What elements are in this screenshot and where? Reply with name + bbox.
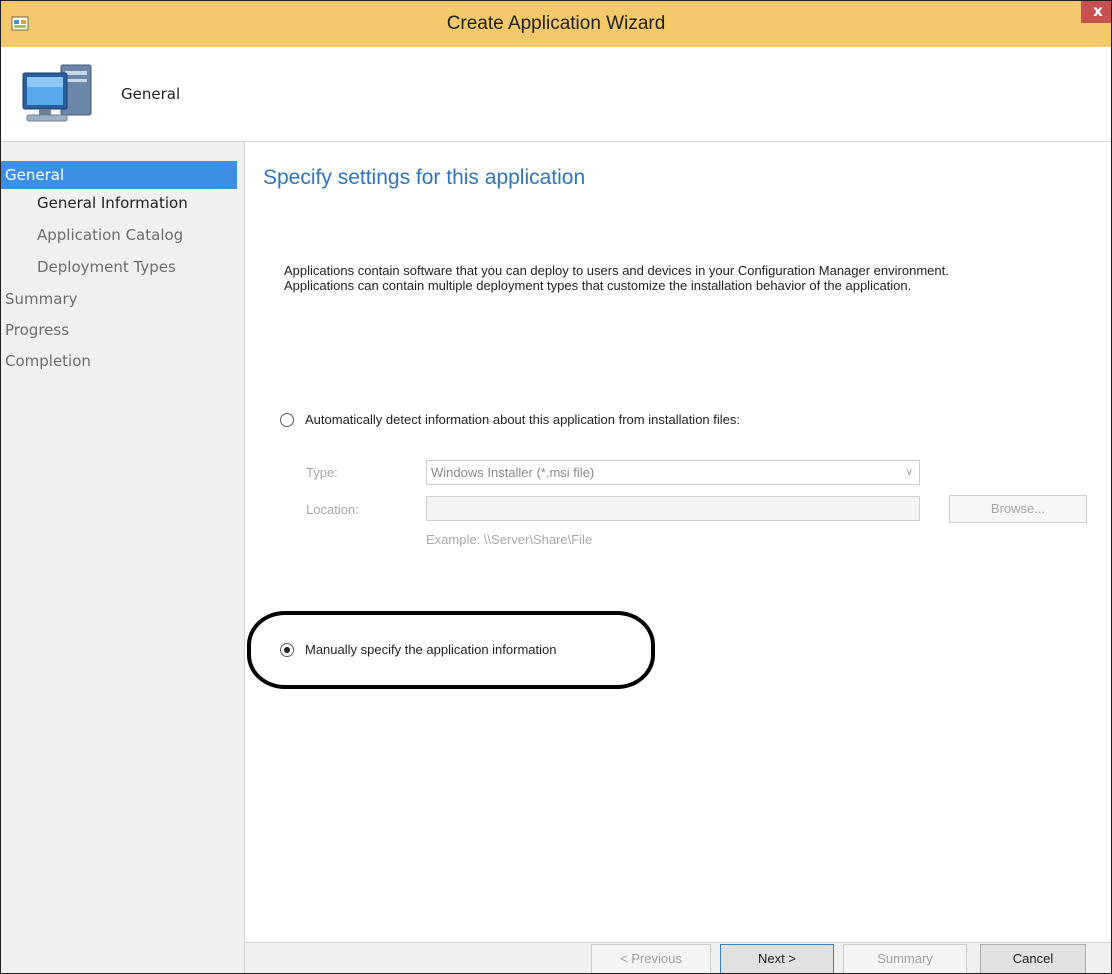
wizard-window: Create Application Wizard x General Gene…: [0, 0, 1112, 974]
computer-icon: [22, 64, 92, 122]
chevron-down-icon: ∨: [905, 467, 913, 478]
wizard-nav: General General Information Application …: [1, 142, 245, 973]
nav-item-progress[interactable]: Progress: [5, 321, 69, 339]
previous-button[interactable]: < Previous: [591, 944, 711, 973]
page-title: Specify settings for this application: [263, 166, 586, 189]
auto-detect-radio[interactable]: [280, 413, 294, 427]
nav-item-application-catalog[interactable]: Application Catalog: [37, 226, 183, 244]
close-icon: x: [1093, 2, 1103, 20]
type-label: Type:: [306, 465, 338, 480]
location-example: Example: \\Server\Share\File: [426, 532, 593, 547]
header-title: General: [121, 85, 181, 103]
next-button[interactable]: Next >: [720, 944, 834, 973]
location-label: Location:: [306, 502, 359, 517]
nav-item-deployment-types[interactable]: Deployment Types: [37, 258, 176, 276]
nav-item-completion[interactable]: Completion: [5, 352, 91, 370]
window-title: Create Application Wizard: [446, 13, 666, 34]
description: Applications contain software that you c…: [284, 263, 1104, 293]
manual-label[interactable]: Manually specify the application informa…: [305, 642, 556, 657]
type-select-value: Windows Installer (*.msi file): [431, 465, 595, 480]
nav-item-general-information[interactable]: General Information: [37, 194, 188, 212]
auto-detect-label[interactable]: Automatically detect information about t…: [305, 412, 740, 427]
cancel-button[interactable]: Cancel: [980, 944, 1086, 973]
browse-button[interactable]: Browse...: [949, 495, 1087, 523]
title-bar: Create Application Wizard x: [1, 1, 1111, 47]
wizard-content: Specify settings for this application Ap…: [245, 142, 1111, 942]
nav-item-general[interactable]: General: [1, 161, 237, 189]
type-select[interactable]: Windows Installer (*.msi file) ∨: [426, 460, 920, 485]
wizard-header: General: [1, 47, 1111, 142]
close-button[interactable]: x: [1081, 1, 1111, 23]
summary-button[interactable]: Summary: [843, 944, 967, 973]
location-input[interactable]: [426, 496, 920, 521]
description-line-1: Applications contain software that you c…: [284, 263, 949, 278]
manual-radio[interactable]: [280, 643, 294, 657]
wizard-footer: < Previous Next > Summary Cancel: [245, 942, 1111, 973]
description-line-2: Applications can contain multiple deploy…: [284, 278, 912, 293]
nav-item-summary[interactable]: Summary: [5, 290, 78, 308]
